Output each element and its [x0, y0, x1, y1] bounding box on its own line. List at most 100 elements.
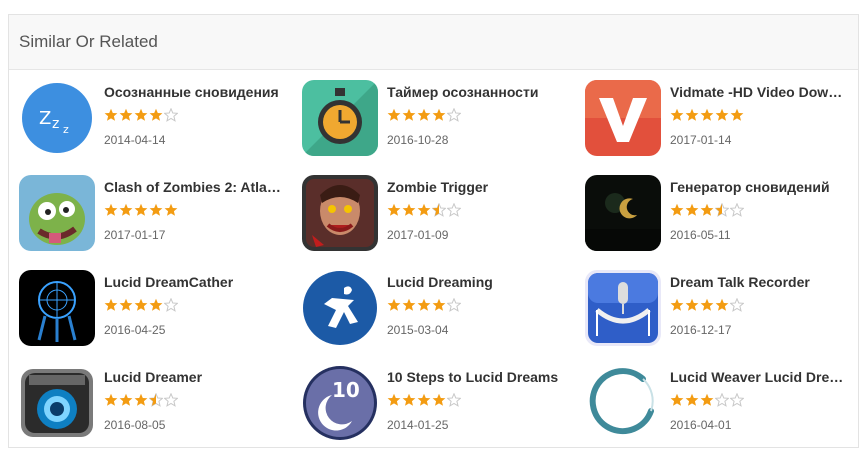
star-filled-icon	[670, 393, 684, 407]
app-list-item[interactable]: Zz z Осознанные сновидения 2014-04-14	[19, 80, 302, 160]
star-half-icon	[148, 392, 164, 407]
star-filled-icon	[700, 203, 714, 217]
star-filled-icon	[417, 203, 431, 217]
star-filled-icon	[700, 298, 714, 312]
star-filled-icon	[104, 298, 118, 312]
star-filled-icon	[119, 108, 133, 122]
star-filled-icon	[119, 393, 133, 407]
star-empty-icon	[729, 202, 745, 217]
rating-stars	[670, 202, 745, 217]
app-date: 2016-12-17	[670, 323, 732, 337]
star-empty-icon	[729, 297, 745, 312]
star-filled-icon	[685, 393, 699, 407]
star-filled-icon	[119, 203, 133, 217]
star-filled-icon	[417, 393, 431, 407]
star-filled-icon	[149, 108, 163, 122]
dark-moon-icon[interactable]	[585, 175, 661, 251]
star-empty-icon	[163, 392, 179, 407]
svg-text:z: z	[63, 123, 69, 136]
star-filled-icon	[685, 298, 699, 312]
rating-stars	[387, 107, 462, 122]
star-filled-icon	[432, 393, 446, 407]
rating-stars	[387, 392, 462, 407]
app-list-item[interactable]: Zombie Trigger 2017-01-09	[302, 175, 585, 255]
app-list-item[interactable]: 10 10 Steps to Lucid Dreams 2014-01-25	[302, 365, 585, 445]
star-filled-icon	[134, 298, 148, 312]
app-list-item[interactable]: Lucid Dreamer 2016-08-05	[19, 365, 302, 445]
rating-stars	[670, 297, 745, 312]
zzz-sleep-icon[interactable]: Zzz	[19, 80, 95, 156]
zombie-trigger-icon[interactable]	[302, 175, 378, 251]
panel-header: Similar Or Related	[9, 15, 858, 70]
stopwatch-icon[interactable]	[302, 80, 378, 156]
star-empty-icon	[714, 392, 730, 407]
app-list-item[interactable]: Clash of Zombies 2: Atlantis 2017-01-17	[19, 175, 302, 255]
star-filled-icon	[417, 108, 431, 122]
device-speaker-icon[interactable]	[19, 365, 95, 441]
star-filled-icon	[164, 203, 178, 217]
star-half-icon	[714, 202, 730, 217]
app-name-link[interactable]: Lucid Dreaming	[387, 274, 567, 290]
star-filled-icon	[730, 108, 744, 122]
app-name-link[interactable]: Zombie Trigger	[387, 179, 567, 195]
star-filled-icon	[685, 108, 699, 122]
app-name-link[interactable]: 10 Steps to Lucid Dreams	[387, 369, 567, 385]
app-date: 2014-01-25	[387, 418, 449, 432]
app-date: 2016-04-01	[670, 418, 732, 432]
svg-text:z: z	[52, 116, 59, 132]
star-filled-icon	[149, 203, 163, 217]
app-list-item[interactable]: Vidmate -HD Video Downloader 2017-01-14	[585, 80, 864, 160]
vidmate-v-icon[interactable]	[585, 80, 661, 156]
app-date: 2016-04-25	[104, 323, 166, 337]
microphone-hammock-icon[interactable]	[585, 270, 661, 346]
related-apps-panel: Similar Or Related Zz z Осознанные сновиде…	[8, 14, 859, 448]
app-date: 2016-08-05	[104, 418, 166, 432]
app-name-link[interactable]: Lucid Weaver Lucid Dreaming	[670, 369, 850, 385]
star-filled-icon	[432, 298, 446, 312]
rating-stars	[387, 297, 462, 312]
dreamcatcher-icon[interactable]	[19, 270, 95, 346]
rating-stars	[104, 297, 179, 312]
app-name-link[interactable]: Lucid Dreamer	[104, 369, 284, 385]
app-date: 2017-01-14	[670, 133, 732, 147]
app-name-link[interactable]: Осознанные сновидения	[104, 84, 284, 100]
flying-figure-icon[interactable]	[302, 270, 378, 346]
app-name-link[interactable]: Таймер осознанности	[387, 84, 567, 100]
star-filled-icon	[387, 393, 401, 407]
star-filled-icon	[104, 203, 118, 217]
app-list-item[interactable]: Таймер осознанности 2016-10-28	[302, 80, 585, 160]
ring-arc-icon[interactable]	[585, 365, 661, 441]
zombie-face-icon[interactable]	[19, 175, 95, 251]
star-filled-icon	[387, 298, 401, 312]
app-list-item[interactable]: Lucid DreamCather 2016-04-25	[19, 270, 302, 350]
svg-text:10: 10	[332, 378, 360, 402]
star-filled-icon	[134, 203, 148, 217]
star-filled-icon	[670, 108, 684, 122]
star-filled-icon	[387, 108, 401, 122]
app-name-link[interactable]: Lucid DreamCather	[104, 274, 284, 290]
app-name-link[interactable]: Vidmate -HD Video Downloader	[670, 84, 850, 100]
app-date: 2017-01-17	[104, 228, 166, 242]
app-name-link[interactable]: Dream Talk Recorder	[670, 274, 850, 290]
app-name-link[interactable]: Clash of Zombies 2: Atlantis	[104, 179, 284, 195]
star-empty-icon	[163, 297, 179, 312]
app-date: 2014-04-14	[104, 133, 166, 147]
star-filled-icon	[700, 393, 714, 407]
section-title: Similar Or Related	[19, 32, 158, 51]
app-date: 2016-05-11	[670, 228, 731, 242]
app-list-item[interactable]: Lucid Weaver Lucid Dreaming 2016-04-01	[585, 365, 864, 445]
app-name-link[interactable]: Генератор сновидений	[670, 179, 850, 195]
app-date: 2015-03-04	[387, 323, 449, 337]
rating-stars	[670, 392, 745, 407]
moon-ten-icon[interactable]: 10	[302, 365, 378, 441]
svg-text:Z: Z	[39, 108, 51, 129]
rating-stars	[104, 203, 179, 217]
rating-stars	[104, 107, 179, 122]
rating-stars	[387, 202, 462, 217]
star-filled-icon	[670, 203, 684, 217]
app-list-item[interactable]: Dream Talk Recorder 2016-12-17	[585, 270, 864, 350]
star-filled-icon	[149, 298, 163, 312]
app-list-item[interactable]: Lucid Dreaming 2015-03-04	[302, 270, 585, 350]
star-filled-icon	[715, 108, 729, 122]
app-list-item[interactable]: Генератор сновидений 2016-05-11	[585, 175, 864, 255]
